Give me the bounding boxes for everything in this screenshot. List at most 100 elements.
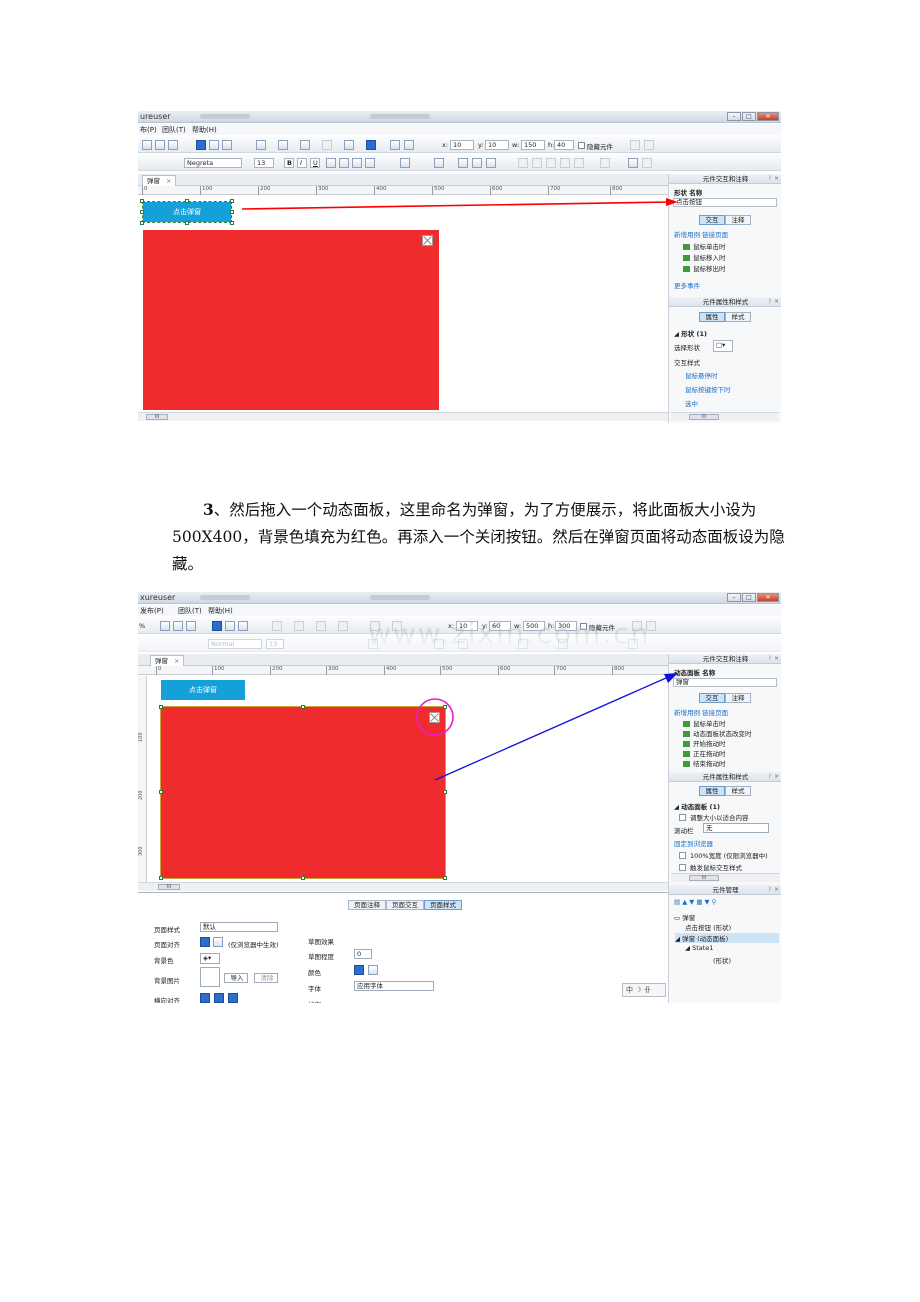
canvas-scrollbar[interactable]: III bbox=[138, 882, 668, 891]
red-popup-panel[interactable] bbox=[143, 230, 439, 410]
align-left-icon[interactable] bbox=[326, 158, 336, 168]
arrange-icon[interactable] bbox=[434, 158, 444, 168]
line-color-icon[interactable] bbox=[366, 140, 376, 150]
fill-tool-icon[interactable] bbox=[209, 140, 219, 150]
tab-page-interactions[interactable]: 页面交互 bbox=[386, 900, 424, 910]
bring-front-icon[interactable] bbox=[458, 158, 468, 168]
event-item[interactable]: 鼠标单击时 bbox=[683, 241, 726, 251]
tab-interaction[interactable]: 交互 bbox=[699, 693, 725, 703]
event-item[interactable]: 鼠标移入时 bbox=[683, 252, 726, 262]
tab-notes[interactable]: 注释 bbox=[725, 693, 751, 703]
pin-icon[interactable]: ᚹ × bbox=[768, 772, 779, 782]
event-item[interactable]: 鼠标移出时 bbox=[683, 263, 726, 273]
menu-help[interactable]: 帮助(H) bbox=[208, 606, 233, 616]
arrow-style-icon[interactable] bbox=[300, 140, 310, 150]
hide-widget-checkbox[interactable] bbox=[578, 142, 585, 149]
align-center-icon[interactable] bbox=[339, 158, 349, 168]
tab-interaction[interactable]: 交互 bbox=[699, 215, 725, 225]
resize-handle[interactable] bbox=[230, 221, 234, 225]
shadow-icon[interactable] bbox=[322, 140, 332, 150]
lock-icon[interactable] bbox=[628, 639, 638, 649]
more-events-link[interactable]: 更多事件 bbox=[674, 280, 700, 290]
bg-color-picker[interactable]: ◈▾ bbox=[200, 953, 220, 964]
canvas-scrollbar[interactable]: III bbox=[138, 412, 668, 421]
event-item[interactable]: 鼠标单击时 bbox=[683, 718, 726, 728]
connector-tool-icon[interactable] bbox=[173, 621, 183, 631]
redo-icon[interactable] bbox=[644, 140, 654, 150]
h-input[interactable]: 40 bbox=[554, 140, 574, 150]
text-color-icon[interactable] bbox=[400, 158, 410, 168]
group-icon[interactable] bbox=[486, 158, 496, 168]
full-width-checkbox[interactable] bbox=[679, 852, 686, 859]
widget-name-input[interactable]: 点击按钮 bbox=[673, 198, 777, 207]
italic-button[interactable]: I bbox=[297, 158, 307, 168]
resize-handle[interactable] bbox=[185, 199, 189, 203]
resize-handle[interactable] bbox=[159, 705, 163, 709]
mousedown-style-link[interactable]: 鼠标按键按下时 bbox=[685, 384, 731, 394]
format-icon[interactable] bbox=[212, 621, 222, 631]
select-tool-icon[interactable] bbox=[142, 140, 152, 150]
close-window-icon[interactable]: ✕ bbox=[757, 593, 779, 602]
tab-style[interactable]: 样式 bbox=[725, 312, 751, 322]
maximize-icon[interactable]: □ bbox=[742, 593, 756, 602]
align-middle-icon[interactable] bbox=[532, 158, 542, 168]
distribute-h-icon[interactable] bbox=[558, 639, 568, 649]
align-right-icon[interactable] bbox=[352, 158, 362, 168]
font-size-select[interactable]: 13 bbox=[254, 158, 274, 168]
resize-handle[interactable] bbox=[185, 221, 189, 225]
minimize-icon[interactable]: – bbox=[727, 112, 741, 121]
grayscale-icon[interactable] bbox=[368, 965, 378, 975]
resize-handle[interactable] bbox=[140, 221, 144, 225]
chart-tool-icon[interactable] bbox=[238, 621, 248, 631]
flip-icon[interactable] bbox=[600, 158, 610, 168]
font-select[interactable]: Negreta bbox=[184, 158, 242, 168]
resize-handle[interactable] bbox=[443, 705, 447, 709]
selected-style-link[interactable]: 选中 bbox=[685, 398, 698, 408]
tab-page-style[interactable]: 页面样式 bbox=[424, 900, 462, 910]
pin-icon[interactable]: ᚹ × bbox=[768, 174, 779, 184]
tab-notes[interactable]: 注释 bbox=[725, 215, 751, 225]
design-canvas[interactable]: 点击弹窗 bbox=[148, 676, 668, 882]
panel-scrollbar[interactable]: III bbox=[671, 873, 779, 882]
h-align-center-icon[interactable] bbox=[214, 993, 224, 1003]
maximize-icon[interactable]: □ bbox=[742, 112, 756, 121]
manager-page-item[interactable]: ▭ 弹窗 bbox=[674, 912, 695, 922]
scroll-thumb[interactable]: III bbox=[146, 414, 168, 420]
h-align-right-icon[interactable] bbox=[228, 993, 238, 1003]
distribute-icon[interactable] bbox=[404, 140, 414, 150]
import-button[interactable]: 导入 bbox=[224, 973, 248, 983]
menu-team[interactable]: 团队(T) bbox=[178, 606, 202, 616]
zoom-select[interactable]: % bbox=[139, 622, 145, 630]
resize-handle[interactable] bbox=[140, 210, 144, 214]
trigger-style-checkbox[interactable] bbox=[679, 864, 686, 871]
panel-scrollbar[interactable]: III bbox=[671, 412, 779, 421]
resize-handle[interactable] bbox=[230, 210, 234, 214]
lock-icon[interactable] bbox=[628, 158, 638, 168]
x-input[interactable]: 10 bbox=[450, 140, 474, 150]
manager-item[interactable]: 点击按钮 (形状) bbox=[685, 922, 731, 932]
distribute-v-icon[interactable] bbox=[574, 158, 584, 168]
red-popup-panel[interactable] bbox=[160, 706, 446, 879]
bold-button[interactable]: B bbox=[284, 158, 294, 168]
bg-image-preview[interactable] bbox=[200, 967, 220, 987]
close-icon[interactable] bbox=[422, 235, 433, 246]
widget-name-input[interactable]: 弹窗 bbox=[673, 678, 777, 687]
fit-content-option[interactable]: 调整大小以适合内容 bbox=[679, 812, 749, 822]
tab-style[interactable]: 样式 bbox=[725, 786, 751, 796]
align-top-icon[interactable] bbox=[518, 639, 528, 649]
arrange-icon[interactable] bbox=[434, 639, 444, 649]
pin-icon[interactable]: ᚹ × bbox=[768, 297, 779, 307]
fit-content-checkbox[interactable] bbox=[679, 814, 686, 821]
align-left-icon[interactable] bbox=[200, 937, 210, 947]
close-window-icon[interactable]: ✕ bbox=[757, 112, 779, 121]
undo-icon[interactable] bbox=[630, 140, 640, 150]
crop-tool-icon[interactable] bbox=[168, 140, 178, 150]
scroll-thumb[interactable]: III bbox=[689, 875, 719, 881]
pin-to-browser-link[interactable]: 固定到浏览器 bbox=[674, 838, 713, 848]
click-popup-button[interactable]: 点击弹窗 bbox=[161, 680, 245, 700]
fill-color-icon[interactable] bbox=[344, 140, 354, 150]
resize-handle[interactable] bbox=[140, 199, 144, 203]
distribute-h-icon[interactable] bbox=[560, 158, 570, 168]
tab-close-icon[interactable]: × bbox=[166, 177, 171, 185]
align-icon[interactable] bbox=[390, 140, 400, 150]
